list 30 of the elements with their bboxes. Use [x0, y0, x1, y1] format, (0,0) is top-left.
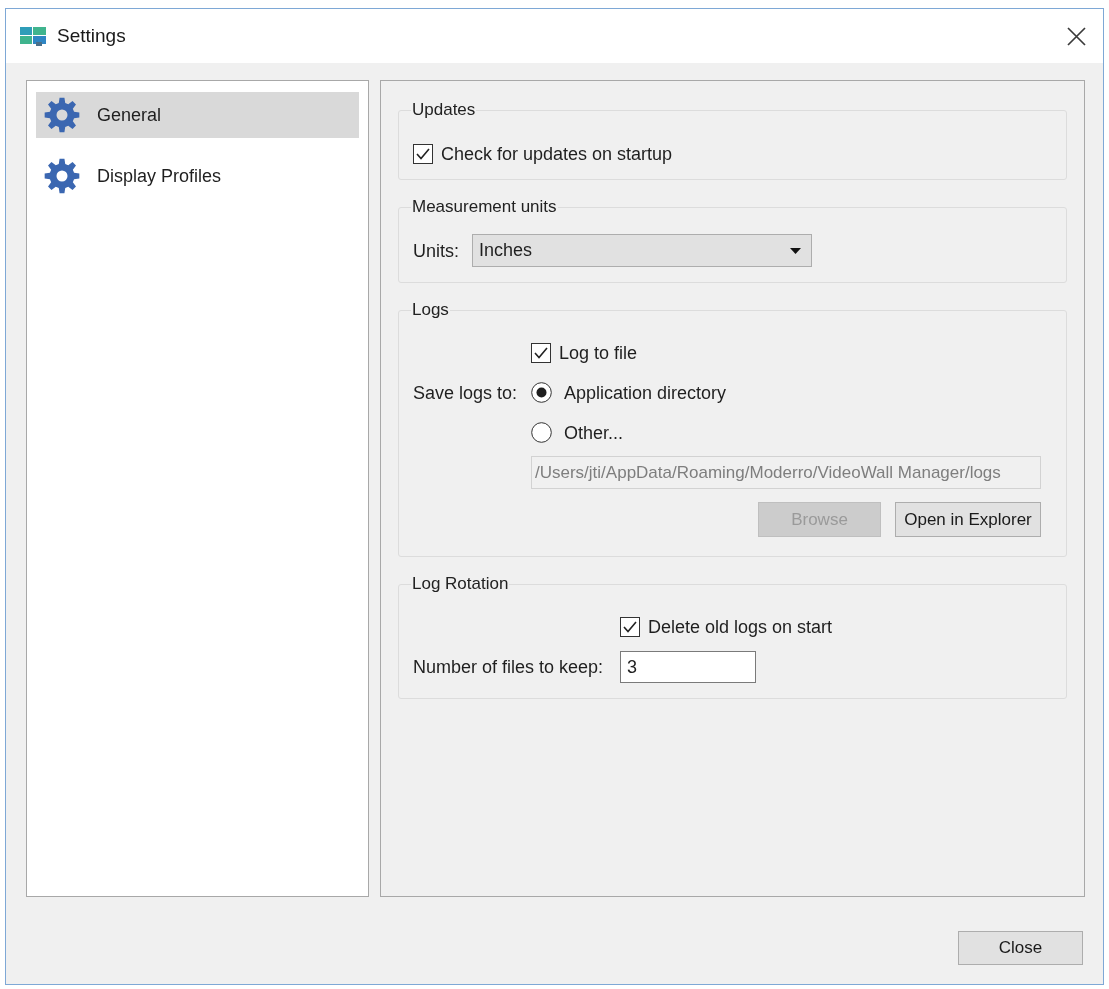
checkbox[interactable]: [413, 143, 433, 164]
close-button[interactable]: [1066, 25, 1087, 47]
group-title: Log Rotation: [411, 574, 510, 594]
field-label: Number of files to keep:: [413, 656, 604, 678]
number-field[interactable]: 3: [620, 651, 756, 683]
units-dropdown[interactable]: Inches: [472, 234, 812, 267]
close-icon: [1066, 25, 1087, 47]
gear-icon: [44, 158, 80, 194]
sidebar-item[interactable]: Display Profiles: [36, 153, 359, 199]
gear-icon: [44, 97, 80, 133]
radio-button[interactable]: [531, 382, 552, 403]
radio-button[interactable]: [531, 422, 552, 443]
close-dialog-button[interactable]: Close: [958, 931, 1083, 965]
checkbox[interactable]: [620, 616, 640, 637]
group-title: Logs: [411, 300, 450, 320]
window-title: Settings: [57, 25, 126, 47]
checkbox-label[interactable]: Delete old logs on start: [648, 615, 833, 638]
checkbox-label[interactable]: Log to file: [559, 341, 638, 364]
field-label: Save logs to:: [413, 382, 518, 404]
group-title: Updates: [411, 100, 477, 120]
open-in-explorer-button[interactable]: Open in Explorer: [895, 502, 1041, 537]
checkbox[interactable]: [531, 342, 551, 363]
app-icon: [20, 26, 46, 46]
sidebar-item[interactable]: General: [36, 92, 359, 138]
caret-icon: [790, 247, 801, 254]
checkbox-label[interactable]: Check for updates on startup: [441, 142, 673, 165]
radio-label[interactable]: Application directory: [564, 381, 727, 404]
radio-label[interactable]: Other...: [564, 421, 624, 444]
field-label: Units:: [413, 239, 459, 262]
group-title: Measurement units: [411, 197, 558, 217]
